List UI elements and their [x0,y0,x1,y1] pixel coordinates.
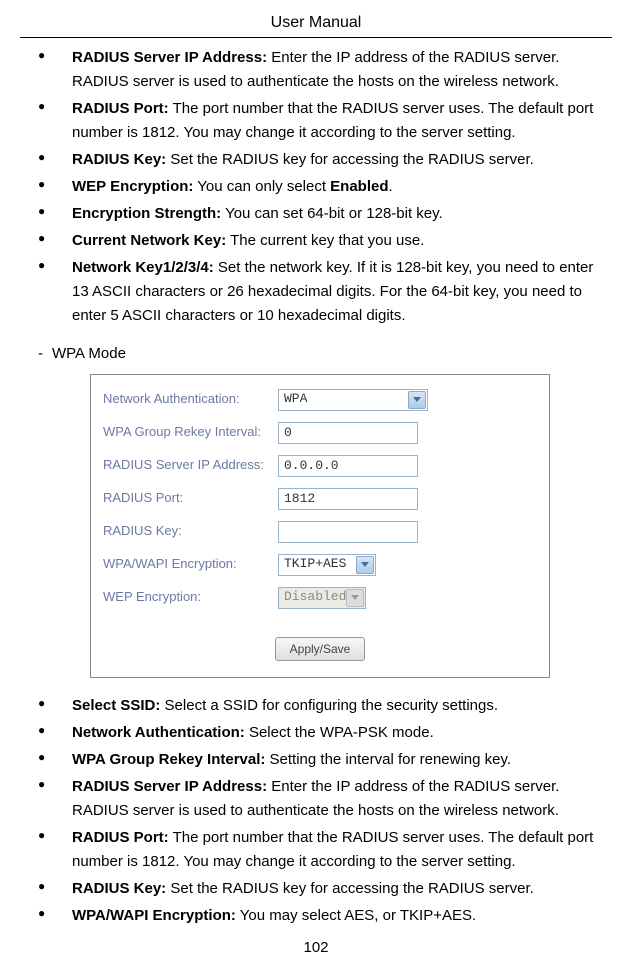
form-label: Network Authentication: [103,389,278,410]
bullet-item: Select SSID: Select a SSID for configuri… [20,694,612,718]
bullet-item: Network Key1/2/3/4: Set the network key.… [20,256,612,328]
bullet-item: WPA/WAPI Encryption: You may select AES,… [20,904,612,928]
apply-save-button[interactable]: Apply/Save [275,637,366,661]
bullet-item: Network Authentication: Select the WPA-P… [20,721,612,745]
wep-encryption-select: Disabled [278,587,366,609]
select-value: TKIP+AES [284,554,346,575]
chevron-down-icon [346,589,364,607]
bullet-text: You can only select [193,178,330,195]
bullet-item: RADIUS Key: Set the RADIUS key for acces… [20,877,612,901]
radius-port-input[interactable] [278,488,418,510]
section-subheading: -WPA Mode [20,342,612,366]
radius-key-input[interactable] [278,521,418,543]
form-row-wpa-encryption: WPA/WAPI Encryption: TKIP+AES [103,554,537,576]
form-row-radius-port: RADIUS Port: [103,488,537,510]
bullet-item: RADIUS Server IP Address: Enter the IP a… [20,46,612,94]
bullet-label: WPA Group Rekey Interval: [72,751,265,768]
section-title: WPA Mode [52,345,126,362]
bullet-label: Network Authentication: [72,724,245,741]
form-row-radius-ip: RADIUS Server IP Address: [103,455,537,477]
bullet-label: Select SSID: [72,697,160,714]
bottom-bullet-list: Select SSID: Select a SSID for configuri… [20,694,612,928]
bullet-label: WEP Encryption: [72,178,193,195]
chevron-down-icon [356,556,374,574]
form-label: WPA/WAPI Encryption: [103,554,278,575]
bullet-label: RADIUS Key: [72,880,166,897]
bullet-text: Select the WPA-PSK mode. [245,724,434,741]
bullet-text: Select a SSID for configuring the securi… [160,697,498,714]
form-row-network-auth: Network Authentication: WPA [103,389,537,411]
form-row-rekey-interval: WPA Group Rekey Interval: [103,422,537,444]
form-label: RADIUS Server IP Address: [103,455,278,476]
bullet-label: Current Network Key: [72,232,226,249]
bullet-label: Network Key1/2/3/4: [72,259,214,276]
radius-ip-input[interactable] [278,455,418,477]
bullet-text: Set the RADIUS key for accessing the RAD… [166,151,534,168]
bullet-item: Current Network Key: The current key tha… [20,229,612,253]
wpa-encryption-select[interactable]: TKIP+AES [278,554,376,576]
bullet-item: RADIUS Key: Set the RADIUS key for acces… [20,148,612,172]
bullet-label: RADIUS Port: [72,100,169,117]
page-header: User Manual [20,10,612,38]
bullet-text: The current key that you use. [226,232,424,249]
network-auth-select[interactable]: WPA [278,389,428,411]
form-label: WEP Encryption: [103,587,278,608]
bullet-item: WPA Group Rekey Interval: Setting the in… [20,748,612,772]
bullet-item: RADIUS Port: The port number that the RA… [20,826,612,874]
bullet-item: RADIUS Server IP Address: Enter the IP a… [20,775,612,823]
bullet-item: Encryption Strength: You can set 64-bit … [20,202,612,226]
form-row-radius-key: RADIUS Key: [103,521,537,543]
bullet-bold-after: Enabled [330,178,388,195]
bullet-label: RADIUS Server IP Address: [72,49,267,66]
select-value: WPA [284,389,307,410]
form-label: RADIUS Key: [103,521,278,542]
bullet-label: Encryption Strength: [72,205,221,222]
bullet-item: WEP Encryption: You can only select Enab… [20,175,612,199]
rekey-interval-input[interactable] [278,422,418,444]
bullet-label: RADIUS Server IP Address: [72,778,267,795]
page-number: 102 [20,936,612,960]
bullet-text: Setting the interval for renewing key. [265,751,511,768]
bullet-text: Set the RADIUS key for accessing the RAD… [166,880,534,897]
top-bullet-list: RADIUS Server IP Address: Enter the IP a… [20,46,612,328]
bullet-item: RADIUS Port: The port number that the RA… [20,97,612,145]
bullet-label: WPA/WAPI Encryption: [72,907,236,924]
form-label: WPA Group Rekey Interval: [103,422,278,443]
form-label: RADIUS Port: [103,488,278,509]
bullet-label: RADIUS Port: [72,829,169,846]
bullet-text: You may select AES, or TKIP+AES. [236,907,476,924]
bullet-suffix: . [389,178,393,195]
config-panel: Network Authentication: WPA WPA Group Re… [90,374,550,678]
form-row-wep-encryption: WEP Encryption: Disabled [103,587,537,609]
bullet-text: You can set 64-bit or 128-bit key. [221,205,443,222]
chevron-down-icon [408,391,426,409]
bullet-label: RADIUS Key: [72,151,166,168]
select-value: Disabled [284,587,346,608]
